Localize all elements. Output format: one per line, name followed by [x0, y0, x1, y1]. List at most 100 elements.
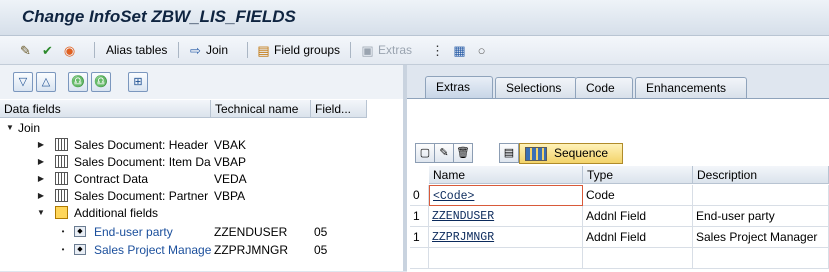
tree-node-table[interactable]: ▶ Sales Document: Header VBAK: [0, 136, 403, 154]
edit-icon: ✎: [439, 147, 449, 159]
find-next-button[interactable]: ♎: [91, 72, 111, 92]
tree-node-table[interactable]: ▶ Sales Document: Item Da VBAP: [0, 153, 403, 171]
extra-name[interactable]: ZZPRJMNGR: [429, 227, 583, 248]
tree-node-label[interactable]: End-user party: [94, 223, 211, 241]
collapsed-arrow-icon[interactable]: ▶: [36, 136, 46, 154]
tree-node-join[interactable]: ▼ Join: [0, 119, 403, 137]
technical-name: VBAP: [214, 155, 247, 169]
sequence-label: Sequence: [554, 146, 609, 160]
row-index: [410, 248, 429, 269]
extra-type: Addnl Field: [583, 227, 693, 248]
new-document-icon: ▢: [419, 147, 431, 159]
table-icon: [55, 172, 68, 185]
check-button[interactable]: ✔: [40, 41, 55, 59]
additional-fields-icon: [55, 206, 68, 219]
title-bar: Change InfoSet ZBW_LIS_FIELDS: [0, 0, 829, 36]
toolbar-separator: [94, 42, 95, 58]
field-icon: ◆: [74, 244, 86, 255]
tab-extras[interactable]: Extras: [425, 76, 493, 99]
tree-node-label: Sales Document: Item Da: [74, 155, 211, 169]
column-header-description[interactable]: Description: [693, 166, 829, 184]
find-button[interactable]: ♎: [68, 72, 88, 92]
row-index: 1: [410, 227, 429, 248]
row-index: 0: [410, 185, 429, 206]
alias-tables-label: Alias tables: [106, 43, 168, 57]
tree-node-label: Sales Document: Header: [74, 138, 209, 152]
table-row[interactable]: 1 ZZENDUSER Addnl Field End-user party: [407, 206, 829, 227]
field-groups-button[interactable]: ▤ Field groups: [256, 41, 340, 59]
collapsed-arrow-icon[interactable]: ▶: [36, 187, 46, 205]
extra-name[interactable]: ZZENDUSER: [429, 206, 583, 227]
tree-node-label[interactable]: Sales Project Manager: [94, 241, 211, 259]
table-row-empty: [407, 248, 829, 269]
column-header-data-fields[interactable]: Data fields: [0, 100, 211, 118]
collapse-button[interactable]: △: [36, 72, 56, 92]
toolbar-separator: [350, 42, 351, 58]
tab-enhancements[interactable]: Enhancements: [635, 77, 747, 98]
create-button[interactable]: ▢: [415, 143, 435, 163]
options-button[interactable]: ○: [474, 41, 489, 59]
circle-icon: ○: [477, 42, 486, 58]
column-header-technical-name[interactable]: Technical name: [211, 100, 311, 118]
table-row[interactable]: 0 <Code> Code: [407, 185, 829, 206]
trash-icon: 🗑: [456, 147, 470, 159]
technical-name: ZZPRJMNGR: [214, 243, 288, 257]
column-header-type[interactable]: Type: [583, 166, 693, 184]
table-icon: [55, 189, 68, 202]
tree-node-field[interactable]: • ◆ Sales Project Manager ZZPRJMNGR 05: [0, 241, 403, 259]
extra-type: Addnl Field: [583, 206, 693, 227]
technical-name: VEDA: [214, 172, 247, 186]
tree-node-label: Contract Data: [74, 172, 149, 186]
expanded-arrow-icon[interactable]: ▼: [36, 204, 46, 222]
generate-button[interactable]: ◉: [62, 41, 77, 59]
arrow-right-icon: ⇨: [190, 42, 201, 58]
alias-tables-button[interactable]: Alias tables: [106, 41, 167, 59]
toolbar-separator: [247, 42, 248, 58]
sequence-button[interactable]: Sequence: [519, 143, 623, 164]
row-index: 1: [410, 206, 429, 227]
join-button[interactable]: ⇨ Join: [188, 41, 228, 59]
tree-icon: ⋮: [431, 42, 444, 58]
display-change-button[interactable]: ✎: [18, 41, 33, 59]
extra-description: [693, 185, 829, 206]
tree-node-label: Join: [18, 121, 41, 135]
extras-button[interactable]: ▣ Extras: [360, 41, 412, 59]
field-groups-icon: ▤: [257, 42, 270, 58]
tree-node-table[interactable]: ▶ Contract Data VEDA: [0, 170, 403, 188]
document-list-icon: ▦: [453, 42, 466, 58]
list-button[interactable]: ▦: [452, 41, 467, 59]
table-row[interactable]: 1 ZZPRJMNGR Addnl Field Sales Project Ma…: [407, 227, 829, 248]
extra-type: [583, 248, 693, 269]
field-icon: ◆: [74, 226, 86, 237]
collapsed-arrow-icon[interactable]: ▶: [36, 153, 46, 171]
tree-toolbar: ▽ △ ♎ ♎ ⊞: [0, 65, 403, 99]
expand-icon: ▽: [18, 76, 28, 88]
expand-button[interactable]: ▽: [13, 72, 33, 92]
delete-button[interactable]: 🗑: [453, 143, 473, 163]
tab-selections[interactable]: Selections: [495, 77, 577, 98]
tree-node-additional-fields[interactable]: ▼ Additional fields: [0, 204, 403, 222]
column-header-name[interactable]: Name: [429, 166, 583, 184]
tree-button[interactable]: ⋮: [430, 41, 445, 59]
expanded-arrow-icon[interactable]: ▼: [5, 119, 15, 137]
tree-node-field[interactable]: • ◆ End-user party ZZENDUSER 05: [0, 223, 403, 241]
collapsed-arrow-icon[interactable]: ▶: [36, 170, 46, 188]
collapse-icon: △: [41, 76, 51, 88]
column-header-field-group[interactable]: Field...: [311, 100, 367, 118]
technical-name: VBPA: [214, 189, 246, 203]
join-label: Join: [206, 43, 229, 57]
extra-name[interactable]: <Code>: [429, 185, 583, 206]
tab-code[interactable]: Code: [575, 77, 633, 98]
binoculars-icon: ♎: [71, 76, 85, 88]
detail-button[interactable]: ▤: [499, 143, 519, 163]
tree-node-label: Sales Document: Partner: [74, 189, 209, 203]
table-icon: [55, 138, 68, 151]
toolbar-separator: [178, 42, 179, 58]
tree-node-table[interactable]: ▶ Sales Document: Partner VBPA: [0, 187, 403, 205]
extra-name: [429, 248, 583, 269]
change-button[interactable]: ✎: [434, 143, 454, 163]
extra-type: Code: [583, 185, 693, 206]
technical-name: VBAK: [214, 138, 247, 152]
hierarchy-button[interactable]: ⊞: [128, 72, 148, 92]
glasses-pencil-icon: ✎: [20, 42, 31, 58]
